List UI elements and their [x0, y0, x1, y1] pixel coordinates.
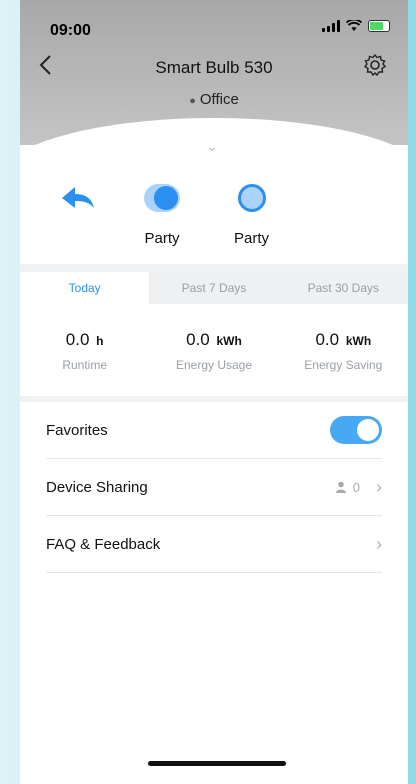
status-time: 09:00 — [50, 22, 91, 39]
tab-past-7-days[interactable]: Past 7 Days — [149, 272, 279, 304]
person-icon — [335, 481, 346, 493]
stat-unit: h — [96, 334, 104, 348]
device-sharing-label: Device Sharing — [46, 478, 148, 496]
scene-party-1[interactable]: Party — [144, 184, 180, 247]
stat-energy-saving: 0.0 kWh Energy Saving — [279, 330, 408, 372]
device-title: Smart Bulb 530 — [155, 58, 273, 77]
battery-icon — [368, 20, 390, 32]
stat-unit: kWh — [216, 334, 242, 348]
signal-icon — [322, 20, 340, 32]
stat-runtime: 0.0 h Runtime — [20, 330, 149, 372]
device-sharing-meta: 0 › — [335, 477, 382, 498]
phone-screen: 09:00 Smart Bulb 530 ● Office ⌄ Party Pa… — [20, 0, 408, 784]
chevron-right-icon: › — [376, 476, 382, 497]
favorites-row[interactable]: Favorites — [46, 402, 382, 459]
stat-value: 0.0 h — [20, 330, 149, 350]
wifi-icon — [346, 20, 362, 31]
settings-button[interactable] — [362, 52, 388, 78]
stat-label: Energy Usage — [175, 358, 253, 372]
stat-label: Runtime — [62, 358, 107, 372]
faq-label: FAQ & Feedback — [46, 535, 161, 553]
stat-label: Energy Saving — [304, 358, 383, 372]
stat-number: 0.0 — [186, 330, 210, 349]
stat-unit: kWh — [345, 334, 372, 348]
stat-number: 0.0 — [65, 330, 90, 349]
section-divider — [20, 264, 408, 272]
scene-toggle-icon — [144, 184, 180, 212]
location-pin-icon: ● — [189, 95, 196, 107]
scene-label: Party — [234, 230, 270, 247]
home-indicator[interactable] — [148, 761, 286, 766]
tab-past-30-days[interactable]: Past 30 Days — [278, 272, 408, 304]
scene-label: Party — [144, 230, 180, 247]
energy-stats: 0.0 h Runtime 0.0 kWh Energy Usage 0.0 k… — [20, 330, 408, 372]
device-location: ● Office — [20, 91, 408, 108]
gear-icon — [363, 53, 387, 77]
faq-row[interactable]: FAQ & Feedback › — [46, 516, 382, 573]
undo-action[interactable] — [58, 184, 98, 219]
settings-list: Favorites Device Sharing 0 › FAQ & Feedb… — [20, 402, 408, 573]
chevron-right-icon: › — [376, 533, 382, 554]
tab-today[interactable]: Today — [20, 272, 150, 304]
quick-actions: Party Party — [20, 178, 408, 258]
scene-ring-icon — [237, 184, 266, 212]
favorites-label: Favorites — [46, 421, 108, 439]
stat-value: 0.0 kWh — [279, 330, 408, 350]
device-sharing-row[interactable]: Device Sharing 0 › — [46, 459, 382, 516]
status-icons — [322, 20, 390, 32]
stat-value: 0.0 kWh — [149, 330, 278, 350]
stat-number: 0.0 — [315, 330, 340, 349]
scene-party-2[interactable]: Party — [234, 184, 269, 247]
undo-arrow-icon — [62, 187, 94, 208]
share-count: 0 — [352, 479, 360, 495]
energy-tabs: Today Past 7 Days Past 30 Days — [20, 272, 408, 304]
favorites-toggle[interactable] — [330, 416, 382, 444]
stat-energy-usage: 0.0 kWh Energy Usage — [149, 330, 278, 372]
chevron-down-icon[interactable]: ⌄ — [206, 138, 218, 155]
location-label: Office — [199, 91, 239, 108]
